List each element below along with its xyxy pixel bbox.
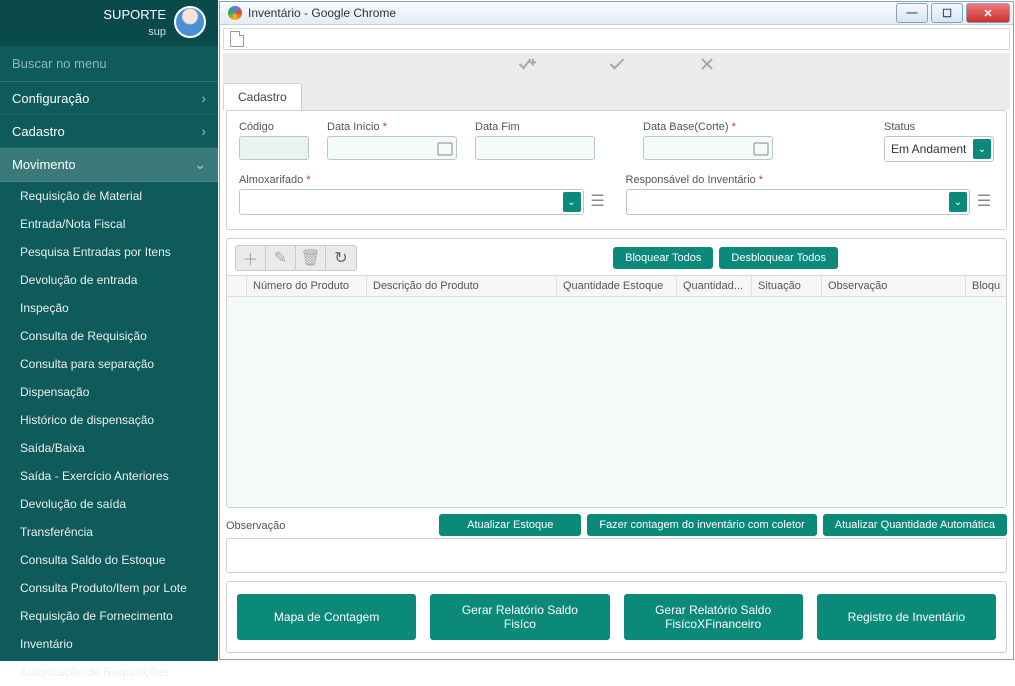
chrome-icon <box>228 6 242 20</box>
atualizar-estoque-button[interactable]: Atualizar Estoque <box>439 514 581 536</box>
sidebar-item[interactable]: Entrada/Nota Fiscal <box>0 210 218 238</box>
chevron-down-icon: ⌄ <box>563 192 581 212</box>
window-title: Inventário - Google Chrome <box>248 6 396 20</box>
user-title: SUPORTE <box>103 7 166 22</box>
sidebar-item[interactable]: Requisição de Material <box>0 182 218 210</box>
codigo-label: Código <box>239 121 309 133</box>
sidebar-item[interactable]: Devolução de entrada <box>0 266 218 294</box>
maximize-button[interactable]: ☐ <box>931 3 963 23</box>
delete-row-button[interactable]: 🗑 <box>296 246 326 270</box>
nav-cadastro[interactable]: Cadastro › <box>0 115 218 148</box>
bottom-panel: Mapa de Contagem Gerar Relatório Saldo F… <box>226 581 1007 653</box>
calendar-icon[interactable] <box>753 140 769 156</box>
sidebar-item[interactable]: Devolução de saída <box>0 490 218 518</box>
sidebar-item[interactable]: Saída/Baixa <box>0 434 218 462</box>
sidebar-item[interactable]: Saída - Exercício Anteriores <box>0 462 218 490</box>
observacao-label: Observação <box>226 514 306 532</box>
sidebar-header: SUPORTE sup <box>0 0 218 46</box>
sidebar-item[interactable]: Inspeção <box>0 294 218 322</box>
refresh-button[interactable]: ↻ <box>326 246 356 270</box>
sidebar-item[interactable]: Pesquisa Entradas por Itens <box>0 238 218 266</box>
user-sub: sup <box>103 26 166 38</box>
grid-header: Número do Produto Descrição do Produto Q… <box>227 275 1006 297</box>
sidebar-item[interactable]: Consulta Saldo do Estoque <box>0 546 218 574</box>
grid-panel: ＋ ✎ 🗑 ↻ Bloquear Todos Desbloquear Todos… <box>226 238 1007 508</box>
atualizar-auto-button[interactable]: Atualizar Quantidade Automática <box>823 514 1007 536</box>
list-icon[interactable]: ☰ <box>588 189 608 213</box>
edit-row-button[interactable]: ✎ <box>266 246 296 270</box>
col-numero[interactable]: Número do Produto <box>247 276 367 296</box>
new-document-icon[interactable] <box>230 31 244 47</box>
chevron-right-icon: › <box>201 123 206 139</box>
col-qestoque[interactable]: Quantidade Estoque <box>557 276 677 296</box>
avatar[interactable] <box>174 6 206 38</box>
nav-label: Movimento <box>12 157 76 172</box>
form-panel: Código Data Início Data Fim Data Base(Co… <box>226 110 1007 230</box>
status-select[interactable]: Em Andament ⌄ <box>884 136 994 162</box>
tab-cadastro[interactable]: Cadastro <box>223 83 302 110</box>
calendar-icon[interactable] <box>437 140 453 156</box>
nav-items: Requisição de MaterialEntrada/Nota Fisca… <box>0 182 218 686</box>
chevron-down-icon: ⌄ <box>973 139 991 159</box>
contagem-coletor-button[interactable]: Fazer contagem do inventário com coletor <box>587 514 816 536</box>
sidebar-item[interactable]: Consulta de Requisição <box>0 322 218 350</box>
mapa-contagem-button[interactable]: Mapa de Contagem <box>237 594 416 640</box>
sidebar-item[interactable]: Transferência <box>0 518 218 546</box>
data-base-label: Data Base(Corte) <box>643 121 773 133</box>
sidebar-item[interactable]: Consulta Produto/Item por Lote <box>0 574 218 602</box>
titlebar: Inventário - Google Chrome — ☐ ✕ <box>220 2 1013 25</box>
col-bloqu[interactable]: Bloqu <box>966 276 1006 296</box>
tab-strip: Cadastro <box>223 79 1010 110</box>
resp-select[interactable]: ⌄ <box>626 189 971 215</box>
nav-label: Configuração <box>12 91 89 106</box>
sidebar-item[interactable]: Requisição de Fornecimento <box>0 602 218 630</box>
almox-select[interactable]: ⌄ <box>239 189 584 215</box>
window: Inventário - Google Chrome — ☐ ✕ Cadastr… <box>219 1 1014 660</box>
resp-label: Responsável do Inventário <box>626 174 995 186</box>
document-toolbar <box>223 28 1010 50</box>
registro-inventario-button[interactable]: Registro de Inventário <box>817 594 996 640</box>
chevron-down-icon: ⌄ <box>949 192 967 212</box>
data-fim-input[interactable] <box>475 136 595 160</box>
status-label: Status <box>884 121 994 133</box>
chevron-right-icon: › <box>201 90 206 106</box>
sidebar-item[interactable]: Histórico de dispensação <box>0 406 218 434</box>
sidebar-item[interactable]: Consulta para separação <box>0 350 218 378</box>
sidebar-item[interactable]: Autorização de Requisições <box>0 658 218 686</box>
search-input[interactable] <box>12 56 206 71</box>
unblock-all-button[interactable]: Desbloquear Todos <box>719 247 838 269</box>
almox-label: Almoxarifado <box>239 174 608 186</box>
sidebar: SUPORTE sup Configuração › Cadastro › Mo… <box>0 0 218 661</box>
col-quantidade[interactable]: Quantidad... <box>677 276 752 296</box>
action-bar <box>223 53 1010 79</box>
data-fim-label: Data Fim <box>475 121 595 133</box>
minimize-button[interactable]: — <box>896 3 928 23</box>
sidebar-item[interactable]: Inventário <box>0 630 218 658</box>
codigo-input[interactable] <box>239 136 309 160</box>
rel-saldo-financeiro-button[interactable]: Gerar Relatório Saldo FisícoXFinanceiro <box>624 594 803 640</box>
col-situacao[interactable]: Situação <box>752 276 822 296</box>
confirm-icon[interactable] <box>607 54 627 79</box>
nav-label: Cadastro <box>12 124 65 139</box>
close-button[interactable]: ✕ <box>966 3 1010 23</box>
grid-body[interactable] <box>227 297 1006 507</box>
cancel-icon[interactable] <box>697 54 717 79</box>
observacao-textarea[interactable] <box>226 538 1007 573</box>
confirm-add-icon[interactable] <box>517 54 537 79</box>
nav-configuracao[interactable]: Configuração › <box>0 82 218 115</box>
list-icon[interactable]: ☰ <box>974 189 994 213</box>
rel-saldo-fisico-button[interactable]: Gerar Relatório Saldo Fisíco <box>430 594 609 640</box>
data-inicio-label: Data Início <box>327 121 457 133</box>
col-descricao[interactable]: Descrição do Produto <box>367 276 557 296</box>
chevron-down-icon: ⌄ <box>194 156 206 173</box>
add-row-button[interactable]: ＋ <box>236 246 266 270</box>
status-value: Em Andament <box>891 142 966 156</box>
col-observacao[interactable]: Observação <box>822 276 966 296</box>
block-all-button[interactable]: Bloquear Todos <box>613 247 713 269</box>
menu-search <box>0 46 218 82</box>
sidebar-item[interactable]: Dispensação <box>0 378 218 406</box>
nav-movimento[interactable]: Movimento ⌄ <box>0 148 218 182</box>
